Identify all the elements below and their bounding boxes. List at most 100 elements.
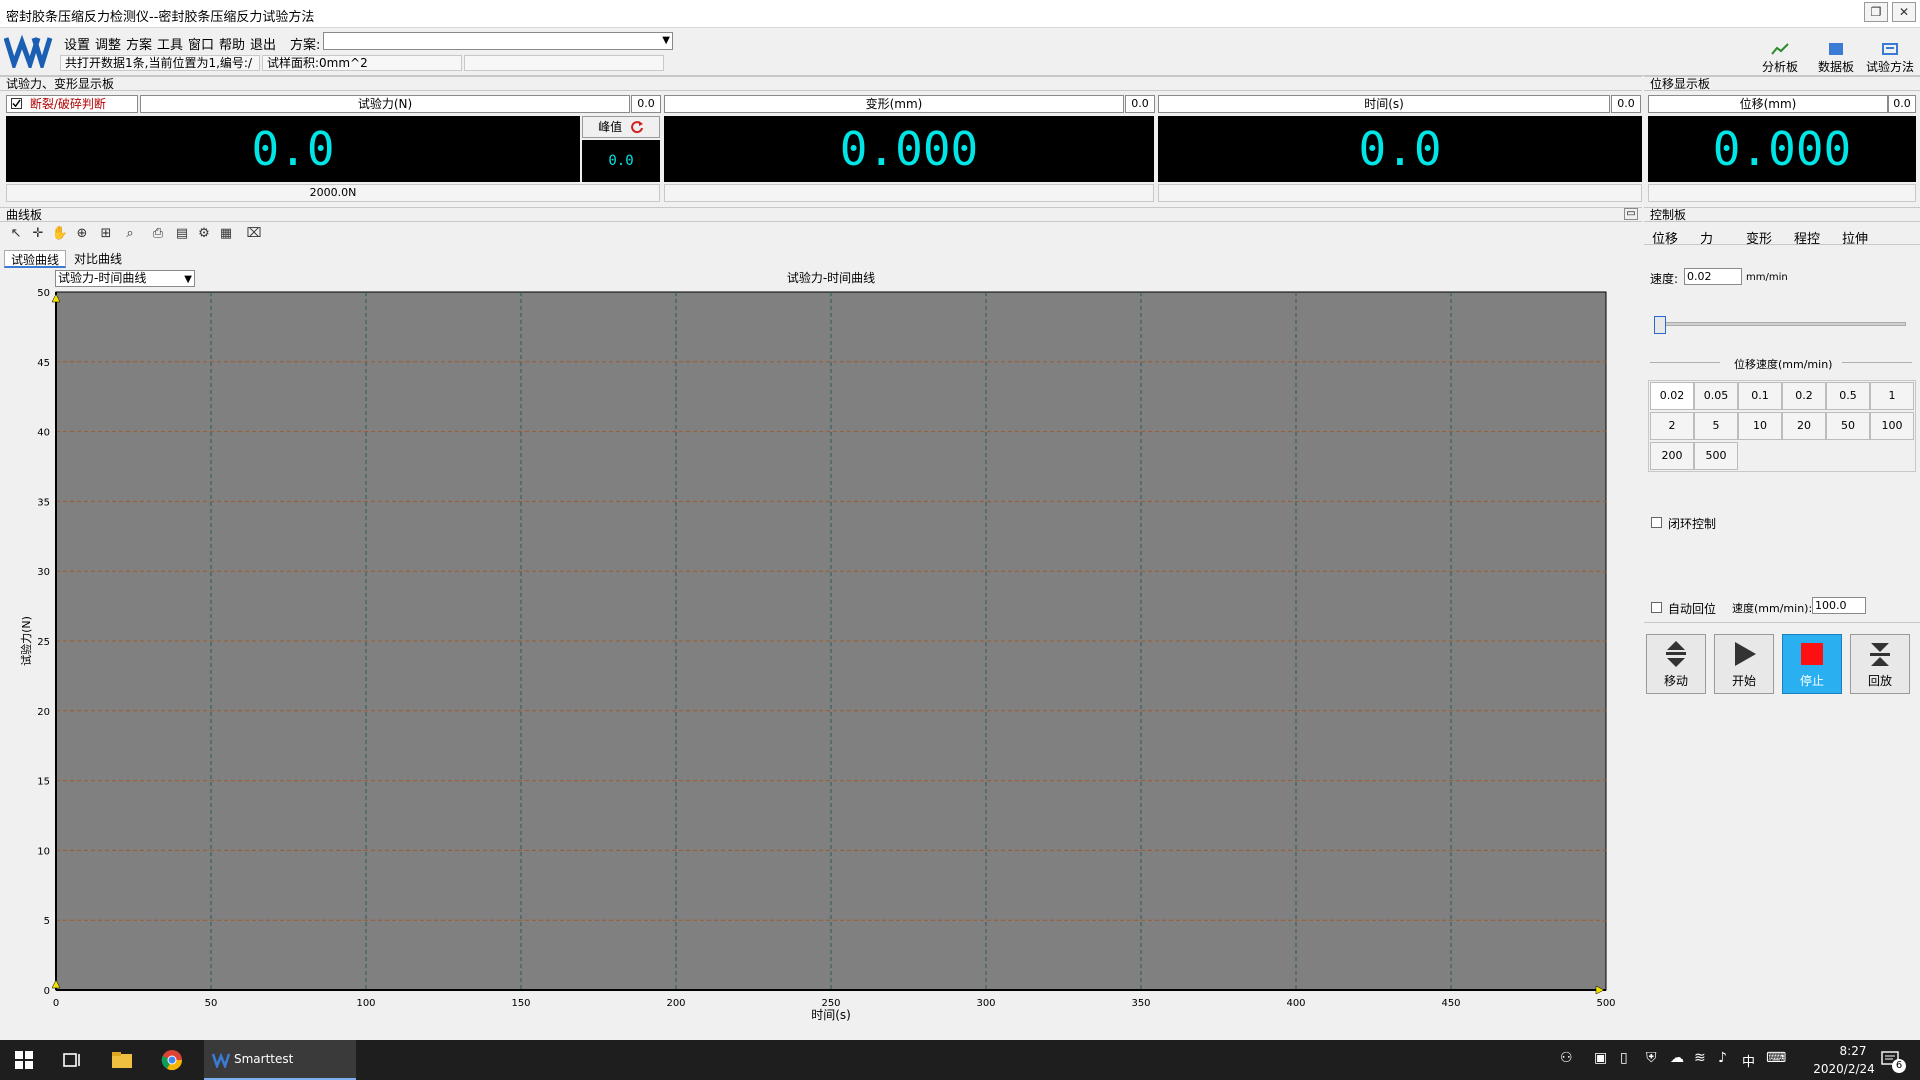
control-tabs	[1644, 223, 1920, 245]
print-icon[interactable]: ⎙	[148, 224, 168, 244]
scheme-select[interactable]: ▼	[323, 32, 673, 50]
clock-time[interactable]: 8:27	[1818, 1044, 1888, 1058]
security-icon[interactable]: ⛨	[1646, 1050, 1657, 1066]
play-icon	[1735, 642, 1756, 666]
auto-return-checkbox[interactable]	[1651, 602, 1662, 613]
y-tick-label: 45	[37, 358, 50, 369]
speed-button-11[interactable]: 100	[1870, 412, 1914, 440]
tab-tensile[interactable]: 拉伸	[1842, 228, 1868, 247]
menu-window[interactable]: 窗口	[188, 34, 214, 53]
notification-count: 6	[1892, 1059, 1906, 1073]
refresh-icon[interactable]	[630, 120, 644, 134]
break-check-checkbox[interactable]	[11, 98, 22, 109]
restore-button[interactable]: ❐	[1864, 2, 1888, 22]
speed-button-12[interactable]: 200	[1650, 442, 1694, 470]
settings-icon[interactable]: ⚙	[194, 224, 214, 244]
wifi-icon[interactable]: ≋	[1694, 1050, 1706, 1066]
y-tick-label: 20	[37, 707, 50, 718]
return-speed-input[interactable]: 100.0	[1812, 597, 1866, 614]
close-button[interactable]: ✕	[1892, 2, 1916, 22]
speed-button-7[interactable]: 5	[1694, 412, 1738, 440]
crosshair-icon[interactable]: ✛	[28, 224, 48, 244]
speed-button-4[interactable]: 0.5	[1826, 382, 1870, 410]
tab-test-curve[interactable]: 试验曲线	[4, 250, 67, 268]
peak-header: 峰值	[582, 116, 660, 138]
curve-panel-title: 曲线板	[6, 208, 43, 222]
y-tick-label: 10	[37, 846, 50, 857]
menu-adjust[interactable]: 调整	[95, 34, 121, 53]
speed-button-10[interactable]: 50	[1826, 412, 1870, 440]
taskbar-app-smarttest[interactable]: Smarttest	[204, 1040, 356, 1080]
speed-button-0[interactable]: 0.02	[1650, 382, 1694, 410]
speed-button-6[interactable]: 2	[1650, 412, 1694, 440]
test-method-button[interactable]: 试验方法	[1862, 42, 1918, 75]
task-view-icon[interactable]	[60, 1048, 84, 1072]
x-tick-label: 400	[1286, 998, 1305, 1009]
windows-start-icon[interactable]	[12, 1048, 36, 1072]
network-device-icon[interactable]: ▣	[1594, 1050, 1607, 1066]
pointer-icon[interactable]: ↖	[6, 224, 26, 244]
force-time-chart[interactable]: 试验力-时间曲线0 50 100 150 200 250 300 350 400 450 50005…	[0, 268, 1640, 1040]
tab-deform[interactable]: 变形	[1746, 228, 1772, 247]
export-icon[interactable]: ⌧	[244, 224, 264, 244]
zoom-icon[interactable]: ⌕	[120, 224, 140, 244]
speed-button-2[interactable]: 0.1	[1738, 382, 1782, 410]
maximize-icon[interactable]: ▭	[1624, 208, 1638, 220]
divider	[1644, 622, 1920, 623]
tab-force[interactable]: 力	[1700, 228, 1713, 247]
move-button[interactable]: 移动	[1646, 634, 1706, 694]
peak-display: 0.0	[582, 140, 660, 182]
speed-button-1[interactable]: 0.05	[1694, 382, 1738, 410]
data-board-button[interactable]: 数据板	[1808, 42, 1864, 75]
speed-slider-track[interactable]	[1656, 322, 1906, 326]
usb-icon[interactable]: ▯	[1620, 1050, 1628, 1066]
cloud-icon[interactable]: ☁	[1670, 1050, 1684, 1066]
y-tick-label: 40	[37, 428, 50, 439]
speed-button-3[interactable]: 0.2	[1782, 382, 1826, 410]
auto-return-label: 自动回位	[1668, 602, 1717, 616]
speed-button-5[interactable]: 1	[1870, 382, 1914, 410]
menu-help[interactable]: 帮助	[219, 34, 245, 53]
speed-button-8[interactable]: 10	[1738, 412, 1782, 440]
start-button[interactable]: 开始	[1714, 634, 1774, 694]
force-small-value: 0.0	[631, 95, 661, 113]
file-explorer-icon[interactable]	[110, 1048, 134, 1072]
closed-loop-checkbox[interactable]	[1651, 517, 1662, 528]
deform-display: 0.000	[664, 116, 1154, 182]
volume-icon[interactable]: ♪	[1718, 1050, 1727, 1066]
table-icon[interactable]: ▦	[216, 224, 236, 244]
break-check-row[interactable]: 断裂/破碎判断	[6, 95, 138, 113]
keyboard-icon[interactable]: ⌨	[1766, 1050, 1786, 1066]
speed-button-13[interactable]: 500	[1694, 442, 1738, 470]
scheme-label: 方案:	[290, 38, 321, 53]
data-icon	[1829, 43, 1843, 55]
return-button[interactable]: 回放	[1850, 634, 1910, 694]
app-logo	[4, 34, 53, 68]
zoom-in-icon[interactable]: ⊕	[72, 224, 92, 244]
speed-button-9[interactable]: 20	[1782, 412, 1826, 440]
speed-section-title: 位移速度(mm/min)	[1734, 358, 1833, 371]
ime-indicator[interactable]: 中	[1742, 1051, 1755, 1070]
y-tick-label: 50	[37, 288, 50, 299]
menu-exit[interactable]: 退出	[250, 34, 276, 53]
analysis-board-button[interactable]: 分析板	[1752, 42, 1808, 75]
speed-slider-handle[interactable]	[1654, 316, 1666, 334]
clock-date[interactable]: 2020/2/24	[1794, 1062, 1894, 1076]
tab-compare-curve[interactable]: 对比曲线	[68, 250, 128, 268]
chrome-icon[interactable]	[160, 1048, 184, 1072]
tab-program[interactable]: 程控	[1794, 228, 1820, 247]
menu-tools[interactable]: 工具	[157, 34, 183, 53]
stop-button[interactable]: 停止	[1782, 634, 1842, 694]
chart-icon[interactable]: ▤	[172, 224, 192, 244]
y-tick-label: 0	[44, 986, 50, 997]
people-icon[interactable]: ⚇	[1560, 1050, 1573, 1066]
menu-area: 设置 调整 方案 工具 窗口 帮助 退出 方案: ▼ 共打开数据1条,当前位置为…	[0, 28, 1920, 76]
tab-displacement[interactable]: 位移	[1652, 228, 1678, 247]
speed-input[interactable]: 0.02	[1684, 268, 1742, 285]
time-display: 0.0	[1158, 116, 1642, 182]
chart-title: 试验力-时间曲线	[787, 270, 875, 285]
hand-icon[interactable]: ✋	[50, 224, 70, 244]
zoom-area-icon[interactable]: ⊞	[96, 224, 116, 244]
menu-settings[interactable]: 设置	[64, 34, 90, 53]
menu-scheme[interactable]: 方案	[126, 34, 152, 53]
